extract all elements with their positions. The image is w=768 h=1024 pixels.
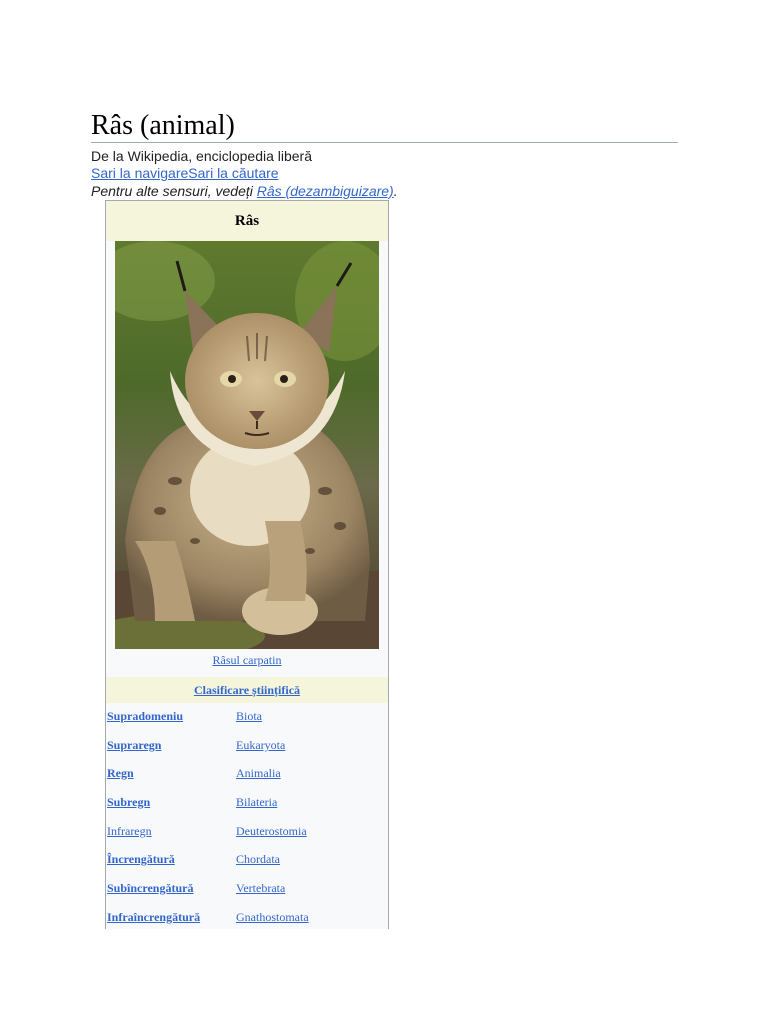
taxon-link[interactable]: Biota — [236, 709, 262, 724]
site-subtitle: De la Wikipedia, enciclopedia liberă — [91, 148, 313, 164]
taxonomy-row: Infraîncrengătură Gnathostomata — [106, 910, 388, 929]
disambiguation-link[interactable]: Râs (dezambiguizare) — [257, 183, 394, 199]
rank-link[interactable]: Infraîncrengătură — [107, 910, 200, 925]
taxon-link[interactable]: Eukaryota — [236, 738, 285, 753]
taxon-link[interactable]: Chordata — [236, 852, 280, 867]
image-caption-link[interactable]: Râsul carpatin — [106, 653, 388, 668]
title-divider — [91, 142, 678, 143]
jump-to-navigation-link[interactable]: Sari la navigare — [91, 165, 188, 181]
taxonomy-row: Regn Animalia — [106, 766, 388, 786]
jump-to-search-link[interactable]: Sari la căutare — [188, 165, 278, 181]
taxonomy-row: Infraregn Deuterostomia — [106, 824, 388, 844]
taxon-link[interactable]: Bilateria — [236, 795, 277, 810]
infobox-title: Râs — [106, 201, 388, 241]
rank-link[interactable]: Regn — [107, 766, 134, 781]
rank-link[interactable]: Subîncrengătură — [107, 881, 193, 896]
taxonomy-row: Supraregn Eukaryota — [106, 738, 388, 758]
hatnote-prefix: Pentru alte sensuri, vedeți — [91, 183, 257, 199]
taxon-link[interactable]: Vertebrata — [236, 881, 285, 896]
rank-link[interactable]: Încrengătură — [107, 852, 175, 867]
lynx-photo[interactable] — [115, 241, 379, 649]
hatnote: Pentru alte sensuri, vedeți Râs (dezambi… — [91, 183, 398, 200]
hatnote-suffix: . — [393, 183, 398, 199]
infobox: Râs Râsul carpatin Clasificare științifi… — [105, 200, 389, 929]
rank-link[interactable]: Supraregn — [107, 738, 161, 753]
rank-link[interactable]: Supradomeniu — [107, 709, 183, 724]
taxonomy-row: Încrengătură Chordata — [106, 852, 388, 872]
taxonomy-row: Supradomeniu Biota — [106, 709, 388, 729]
taxonomy-row: Subregn Bilateria — [106, 795, 388, 815]
rank-link[interactable]: Infraregn — [107, 824, 152, 839]
taxon-link[interactable]: Gnathostomata — [236, 910, 309, 925]
rank-link[interactable]: Subregn — [107, 795, 150, 810]
jump-links: Sari la navigareSari la căutare — [91, 165, 279, 182]
taxon-link[interactable]: Animalia — [236, 766, 281, 781]
taxonomy-row: Subîncrengătură Vertebrata — [106, 881, 388, 901]
classification-header: Clasificare științifică — [106, 677, 388, 703]
taxon-link[interactable]: Deuterostomia — [236, 824, 307, 839]
page-title: Râs (animal) — [91, 110, 235, 141]
classification-link[interactable]: Clasificare științifică — [194, 683, 300, 698]
